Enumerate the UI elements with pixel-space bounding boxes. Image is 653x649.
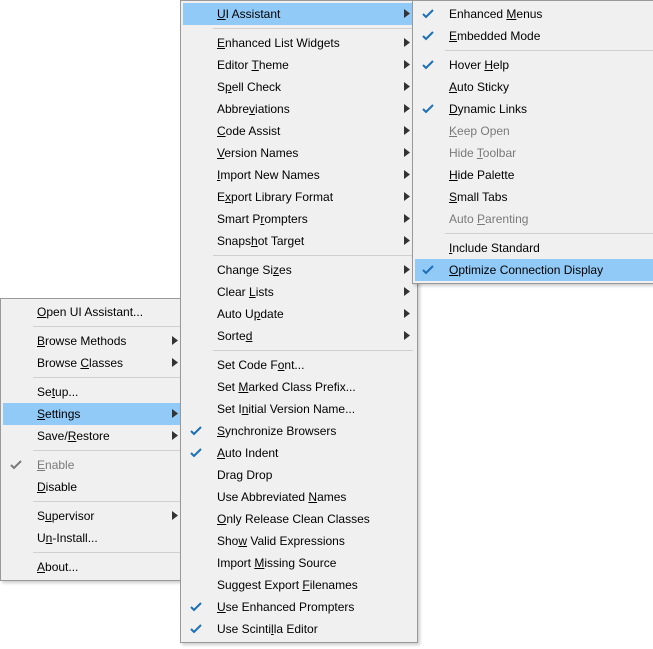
menu-item-un-install[interactable]: Un-Install... [3, 527, 183, 549]
menu-separator [445, 50, 653, 51]
menu-item-settings[interactable]: Settings [3, 403, 183, 425]
check-icon [183, 596, 209, 618]
menu-separator [33, 501, 181, 502]
menu-item-spell-check[interactable]: Spell Check [183, 76, 415, 98]
menu-item-hide-palette[interactable]: Hide Palette [415, 164, 653, 186]
check-icon [183, 420, 209, 442]
menu-item-import-missing-source[interactable]: Import Missing Source [183, 552, 415, 574]
menu-separator [33, 326, 181, 327]
menu-item-use-abbreviated-names[interactable]: Use Abbreviated Names [183, 486, 415, 508]
menu-item-sorted[interactable]: Sorted [183, 325, 415, 347]
submenu-arrow-icon [399, 309, 415, 320]
menu-item-browse-methods[interactable]: Browse Methods [3, 330, 183, 352]
menu-item-auto-parenting: Auto Parenting [415, 208, 653, 230]
menu-item-set-code-font[interactable]: Set Code Font... [183, 354, 415, 376]
menu-item-show-valid-expressions[interactable]: Show Valid Expressions [183, 530, 415, 552]
menu-separator [213, 28, 413, 29]
menu-item-auto-sticky[interactable]: Auto Sticky [415, 76, 653, 98]
menu-item-optimize-connection-display[interactable]: Optimize Connection Display [415, 259, 653, 281]
menu-item-small-tabs[interactable]: Small Tabs [415, 186, 653, 208]
menu-item-save-restore[interactable]: Save/Restore [3, 425, 183, 447]
menu-item-snapshot-target[interactable]: Snapshot Target [183, 230, 415, 252]
menu-item-enhanced-list-widgets[interactable]: Enhanced List Widgets [183, 32, 415, 54]
submenu-settings: UI Assistant Enhanced List Widgets Edito… [180, 0, 418, 643]
menu-item-use-enhanced-prompters[interactable]: Use Enhanced Prompters [183, 596, 415, 618]
menu-item-hover-help[interactable]: Hover Help [415, 54, 653, 76]
menu-item-keep-open: Keep Open [415, 120, 653, 142]
menu-separator [33, 450, 181, 451]
menu-item-ui-assistant[interactable]: UI Assistant [183, 3, 415, 25]
menu-item-smart-prompters[interactable]: Smart Prompters [183, 208, 415, 230]
check-icon [183, 442, 209, 464]
menu-item-version-names[interactable]: Version Names [183, 142, 415, 164]
menu-item-suggest-export-filenames[interactable]: Suggest Export Filenames [183, 574, 415, 596]
menu-item-open-ui-assistant[interactable]: Open UI Assistant... [3, 301, 183, 323]
menu-item-enhanced-menus[interactable]: Enhanced Menus [415, 3, 653, 25]
menu-separator [33, 552, 181, 553]
check-icon [3, 454, 29, 476]
submenu-arrow-icon [399, 331, 415, 342]
menu-item-embedded-mode[interactable]: Embedded Mode [415, 25, 653, 47]
menu-item-only-release-clean-classes[interactable]: Only Release Clean Classes [183, 508, 415, 530]
menu-item-abbreviations[interactable]: Abbreviations [183, 98, 415, 120]
menu-item-auto-indent[interactable]: Auto Indent [183, 442, 415, 464]
context-menu-root: Open UI Assistant... Browse Methods Brow… [0, 298, 186, 581]
menu-item-code-assist[interactable]: Code Assist [183, 120, 415, 142]
menu-item-import-new-names[interactable]: Import New Names [183, 164, 415, 186]
menu-item-enable: Enable [3, 454, 183, 476]
submenu-ui-assistant: Enhanced Menus Embedded Mode Hover Help … [412, 0, 653, 284]
menu-separator [213, 255, 413, 256]
menu-separator [213, 350, 413, 351]
menu-item-set-initial-version-name[interactable]: Set Initial Version Name... [183, 398, 415, 420]
check-icon [415, 25, 441, 47]
menu-separator [33, 377, 181, 378]
menu-item-auto-update[interactable]: Auto Update [183, 303, 415, 325]
menu-item-clear-lists[interactable]: Clear Lists [183, 281, 415, 303]
menu-item-supervisor[interactable]: Supervisor [3, 505, 183, 527]
menu-item-dynamic-links[interactable]: Dynamic Links [415, 98, 653, 120]
menu-item-export-library-format[interactable]: Export Library Format [183, 186, 415, 208]
menu-separator [445, 233, 653, 234]
menu-item-use-scintilla-editor[interactable]: Use Scintilla Editor [183, 618, 415, 640]
menu-item-synchronize-browsers[interactable]: Synchronize Browsers [183, 420, 415, 442]
menu-item-disable[interactable]: Disable [3, 476, 183, 498]
check-icon [415, 3, 441, 25]
menu-item-change-sizes[interactable]: Change Sizes [183, 259, 415, 281]
menu-item-include-standard[interactable]: Include Standard [415, 237, 653, 259]
menu-item-drag-drop[interactable]: Drag Drop [183, 464, 415, 486]
submenu-arrow-icon [399, 287, 415, 298]
check-icon [415, 259, 441, 281]
menu-item-editor-theme[interactable]: Editor Theme [183, 54, 415, 76]
check-icon [183, 618, 209, 640]
menu-item-hide-toolbar: Hide Toolbar [415, 142, 653, 164]
menu-item-set-marked-class-prefix[interactable]: Set Marked Class Prefix... [183, 376, 415, 398]
check-icon [415, 54, 441, 76]
check-icon [415, 98, 441, 120]
menu-item-browse-classes[interactable]: Browse Classes [3, 352, 183, 374]
menu-item-setup[interactable]: Setup... [3, 381, 183, 403]
menu-item-about[interactable]: About... [3, 556, 183, 578]
